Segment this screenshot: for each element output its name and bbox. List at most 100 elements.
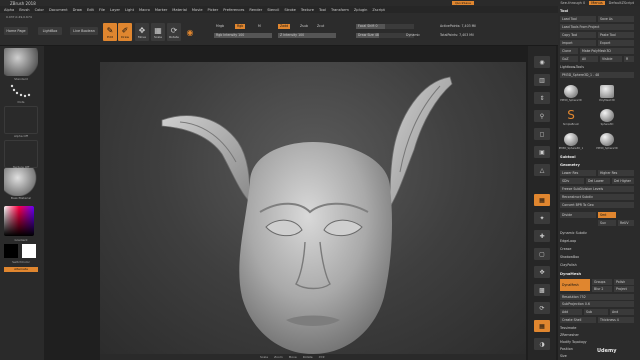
menu-light[interactable]: Light	[125, 8, 134, 12]
rgb-intensity-slider[interactable]: Rgb Intensity 100	[214, 33, 272, 38]
menu-stroke[interactable]: Stroke	[284, 8, 295, 12]
focal-shift-slider[interactable]: Focal Shift 0	[356, 24, 414, 29]
dynamesh-button[interactable]: DynaMesh	[560, 279, 590, 291]
menu-edit[interactable]: Edit	[87, 8, 94, 12]
menu-material[interactable]: Material	[172, 8, 187, 12]
dynamic-subdiv-header[interactable]: Dynamic Subdiv	[560, 231, 587, 235]
menu-stencil[interactable]: Stencil	[267, 8, 279, 12]
resolution-slider[interactable]: Resolution 752	[560, 294, 634, 300]
tool-thumb-4[interactable]: PM3D_Sphere3D_1	[559, 130, 583, 150]
tessimate-header[interactable]: Tessimate	[560, 326, 576, 330]
view-move[interactable]: Move	[289, 355, 297, 359]
menu-render[interactable]: Render	[249, 8, 262, 12]
view-zoom[interactable]: Zoom	[274, 355, 283, 359]
visible-button[interactable]: Visible	[600, 56, 622, 62]
m-button[interactable]: M	[256, 24, 263, 29]
alpha-thumbnail[interactable]	[4, 106, 38, 134]
menu-zscript[interactable]: Zscript	[372, 8, 384, 12]
subprojection-slider[interactable]: SubProjection 0.6	[560, 301, 634, 307]
sub-button[interactable]: Sub	[584, 309, 608, 315]
groups-toggle[interactable]: Groups	[592, 279, 612, 285]
load-tool-button[interactable]: Load Tool	[560, 16, 596, 22]
main-color-swatch[interactable]	[4, 244, 18, 258]
load-tools-from-project-button[interactable]: Load Tools From Project	[560, 24, 634, 30]
subtool-header[interactable]: Subtool	[560, 155, 576, 159]
r-button[interactable]: R	[624, 56, 634, 62]
dynamesh-header[interactable]: DynaMesh	[560, 272, 581, 276]
geometry-header[interactable]: Geometry	[560, 163, 580, 167]
clone-button[interactable]: Clone	[560, 48, 578, 54]
material-sphere-button[interactable]: ◉	[183, 23, 197, 41]
rotate-view-icon[interactable]: ⟳	[534, 302, 550, 314]
del-higher-button[interactable]: Del Higher	[612, 178, 634, 184]
move-view-icon[interactable]: ✥	[534, 266, 550, 278]
zcut-button[interactable]: Zcut	[315, 24, 326, 29]
scale-view-icon[interactable]: ▩	[534, 284, 550, 296]
tool-palette-title[interactable]: Tool	[560, 9, 568, 13]
menu-draw[interactable]: Draw	[73, 8, 82, 12]
menu-brush[interactable]: Brush	[19, 8, 29, 12]
all-button[interactable]: All	[580, 56, 598, 62]
menu-texture[interactable]: Texture	[301, 8, 314, 12]
convert-bpr-button[interactable]: Convert BPR To Geo	[560, 202, 634, 208]
see-through-slider[interactable]: See-through 0	[560, 1, 585, 5]
transp-icon[interactable]: ◑	[534, 338, 550, 350]
menu-alpha[interactable]: Alpha	[4, 8, 14, 12]
edit-mode-button[interactable]: ✎ Edit	[103, 23, 117, 41]
suv-toggle[interactable]: Suv	[598, 220, 616, 226]
view-scale[interactable]: Scale	[260, 355, 268, 359]
lightbox-button[interactable]: LightBox	[38, 27, 62, 35]
menu-document[interactable]: Document	[49, 8, 68, 12]
tool-thumb-5[interactable]: PM3D_Sphere3D	[596, 130, 618, 150]
view-rotate[interactable]: Rotate	[303, 355, 313, 359]
project-toggle[interactable]: Project	[614, 286, 634, 292]
crease-header[interactable]: Crease	[560, 247, 571, 251]
paste-tool-button[interactable]: Paste Tool	[598, 32, 634, 38]
tool-thumb-3[interactable]: Sphere3D	[598, 106, 616, 126]
color-picker[interactable]	[4, 206, 34, 236]
smt-toggle[interactable]: Smt	[598, 212, 616, 218]
menu-zplugin[interactable]: Zplugin	[354, 8, 368, 12]
xyz-icon[interactable]: ✚	[534, 230, 550, 242]
lightbox-tools-link[interactable]: Lightbox▸Tools	[560, 65, 584, 69]
floor-icon[interactable]: ▦	[534, 194, 550, 206]
menu-transform[interactable]: Transform	[331, 8, 349, 12]
import-button[interactable]: Import	[560, 40, 596, 46]
persp-icon[interactable]: △	[534, 164, 550, 176]
menu-macro[interactable]: Macro	[139, 8, 150, 12]
tool-thumb-1[interactable]: PolyMesh3D	[598, 82, 616, 102]
make-polymesh-button[interactable]: Make PolyMesh3D	[580, 48, 634, 54]
menu-marker[interactable]: Marker	[155, 8, 167, 12]
zremesher-header[interactable]: ZRemesher	[560, 333, 579, 337]
menus-button[interactable]: Menus	[589, 1, 605, 5]
current-tool-slider[interactable]: PM3D_Sphere3D_1 . 48	[560, 72, 634, 78]
sdiv-slider[interactable]: SDiv	[560, 178, 584, 184]
freeze-subdiv-button[interactable]: Freeze SubDivision Levels	[560, 186, 634, 192]
home-page-button[interactable]: Home Page	[4, 27, 28, 35]
copy-tool-button[interactable]: Copy Tool	[560, 32, 596, 38]
menu-tool[interactable]: Tool	[319, 8, 326, 12]
dynamic-button[interactable]: Dynamic	[404, 33, 422, 38]
frame-icon[interactable]: ▢	[534, 248, 550, 260]
texture-thumbnail[interactable]	[4, 140, 38, 168]
menu-file[interactable]: File	[99, 8, 105, 12]
thickness-slider[interactable]: Thickness 4	[598, 317, 634, 323]
export-button[interactable]: Export	[598, 40, 634, 46]
create-shell-button[interactable]: Create Shell	[560, 317, 596, 323]
scroll-icon[interactable]: ⇕	[534, 92, 550, 104]
edgeloop-header[interactable]: EdgeLoop	[560, 239, 576, 243]
menu-layer[interactable]: Layer	[110, 8, 120, 12]
rotate-mode-button[interactable]: ⟳ Rotate	[167, 23, 181, 41]
spix-icon[interactable]: ▥	[534, 74, 550, 86]
higher-res-button[interactable]: Higher Res	[598, 170, 634, 176]
and-button[interactable]: And	[610, 309, 634, 315]
zoom-icon[interactable]: ⚲	[534, 110, 550, 122]
shadowbox-header[interactable]: ShadowBox	[560, 255, 579, 259]
save-as-button[interactable]: Save As	[598, 16, 634, 22]
menu-color[interactable]: Color	[35, 8, 44, 12]
polyf-icon[interactable]: ▦	[534, 320, 550, 332]
tool-thumb-2[interactable]: S SimpleBrush	[562, 106, 580, 127]
divide-button[interactable]: Divide	[560, 212, 596, 218]
rgb-button[interactable]: Rgb	[235, 24, 246, 29]
actual-icon[interactable]: ◻	[534, 128, 550, 140]
